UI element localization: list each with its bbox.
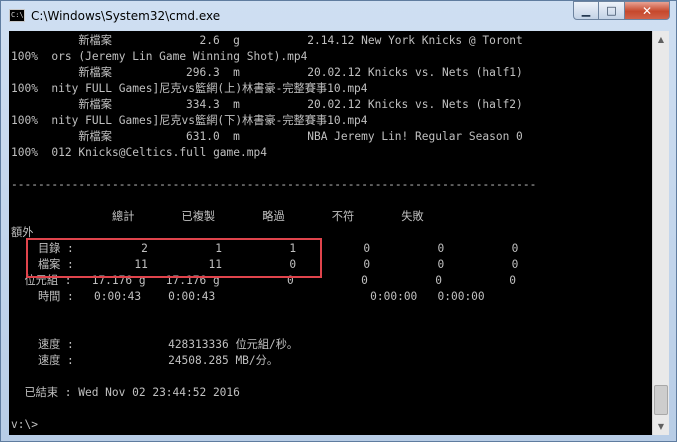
summary-header: 總計 已複製 略過 不符 失敗 [11,210,424,223]
console-line: 新檔案 334.3 m 20.02.12 Knicks vs. Nets (ha… [11,98,523,111]
console-line: 新檔案 631.0 m NBA Jeremy Lin! Regular Seas… [11,130,523,143]
scrollbar-thumb[interactable] [654,385,668,415]
vertical-scrollbar[interactable]: ▲ ▼ [652,31,669,435]
minimize-button[interactable]: ▁ [573,1,599,20]
annotation-highlight-box [26,238,322,278]
scroll-up-arrow-icon[interactable]: ▲ [653,31,669,48]
scroll-down-arrow-icon[interactable]: ▼ [653,418,669,435]
console-line: 100% nity FULL Games]尼克vs籃網(上)林書豪-完整賽事10… [11,82,368,95]
command-prompt[interactable]: v:\> [11,417,38,433]
console-line: 新檔案 2.6 g 2.14.12 New York Knicks @ Toro… [11,34,523,47]
console-output[interactable]: 新檔案 2.6 g 2.14.12 New York Knicks @ Toro… [9,31,652,435]
cmd-app-icon[interactable]: C:\ [9,9,25,22]
title-bar[interactable]: C:\ C:\Windows\System32\cmd.exe ▁ □ ✕ [1,1,676,31]
window-title: C:\Windows\System32\cmd.exe [31,9,221,23]
maximize-button[interactable]: □ [599,1,625,20]
console-line: 新檔案 296.3 m 20.02.12 Knicks vs. Nets (ha… [11,66,523,79]
separator-line: ----------------------------------------… [11,178,537,191]
cmd-window: C:\ C:\Windows\System32\cmd.exe ▁ □ ✕ 新檔… [0,0,677,442]
console-line: 100% ors (Jeremy Lin Game Winning Shot).… [11,50,308,63]
window-controls: ▁ □ ✕ [573,1,670,21]
console-line: 100% 012 Knicks@Celtics.full game.mp4 [11,146,267,159]
speed-mb-line: 速度 : 24508.285 MB/分。 [11,354,279,367]
console-line: 100% nity FULL Games]尼克vs籃網(下)林書豪-完整賽事10… [11,114,368,127]
close-button[interactable]: ✕ [625,1,670,20]
ended-timestamp-line: 已結束 : Wed Nov 02 23:44:52 2016 [11,386,240,399]
summary-time-row: 時間 : 0:00:43 0:00:43 0:00:00 0:00:00 [11,290,485,303]
speed-bytes-line: 速度 : 428313336 位元組/秒。 [11,338,299,351]
